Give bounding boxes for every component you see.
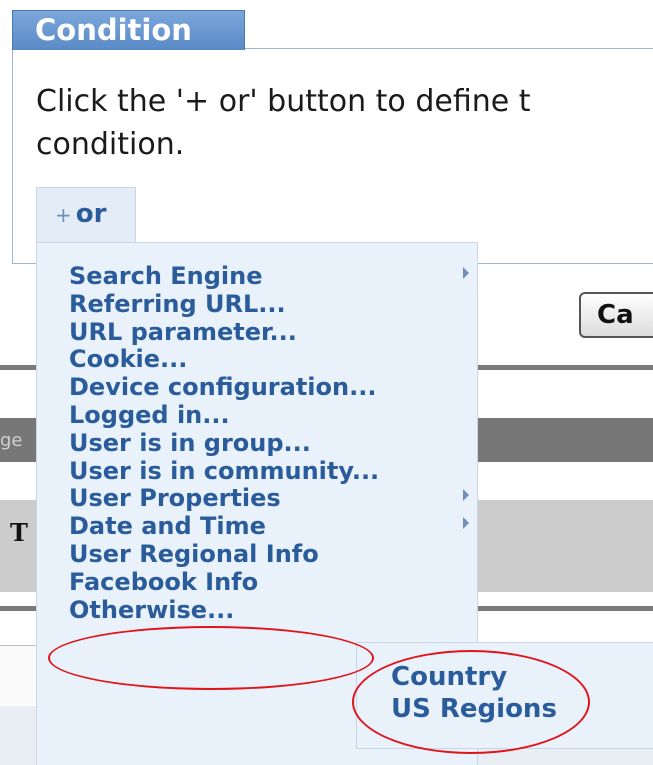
menu-item-label: Device configuration... xyxy=(69,373,377,402)
menu-item-label: User is in community... xyxy=(69,456,380,485)
toolbar-bar-text: ge xyxy=(0,430,23,451)
menu-item-label: User is in group... xyxy=(69,428,311,457)
menu-item-device-configuration[interactable]: Device configuration... xyxy=(37,374,477,402)
cancel-button[interactable]: Ca xyxy=(579,292,653,338)
add-or-button[interactable]: + or xyxy=(36,187,136,242)
menu-item-cookie[interactable]: Cookie... xyxy=(37,346,477,374)
menu-item-date-and-time[interactable]: Date and Time xyxy=(37,513,477,541)
submenu-arrow-icon xyxy=(463,267,469,279)
or-button-label: or xyxy=(75,199,107,229)
condition-instruction: Click the '+ or' button to define t cond… xyxy=(36,84,531,162)
submenu-arrow-icon xyxy=(463,517,469,530)
submenu-item-country[interactable]: Country xyxy=(357,661,653,693)
plus-icon: + xyxy=(55,203,72,227)
menu-item-label: Otherwise... xyxy=(69,595,235,624)
menu-item-referring-url[interactable]: Referring URL... xyxy=(37,289,477,319)
submenu-arrow-icon xyxy=(463,489,469,502)
menu-item-user-properties[interactable]: User Properties xyxy=(37,485,477,513)
table-header-text: T xyxy=(10,518,28,547)
menu-item-search-engine[interactable]: Search Engine xyxy=(37,263,477,291)
menu-item-label: Referring URL... xyxy=(69,289,286,318)
menu-item-label: Date and Time xyxy=(69,512,266,541)
menu-item-user-in-community[interactable]: User is in community... xyxy=(37,456,477,486)
menu-item-label: Facebook Info xyxy=(69,567,259,596)
condition-title: Condition xyxy=(12,10,245,50)
menu-item-user-regional-info[interactable]: User Regional Info xyxy=(37,539,477,569)
menu-item-otherwise[interactable]: Otherwise... xyxy=(37,595,477,625)
menu-item-label: User Regional Info xyxy=(69,539,319,568)
menu-item-label: User Properties xyxy=(69,484,281,513)
menu-item-facebook-info[interactable]: Facebook Info xyxy=(37,567,477,597)
regional-info-submenu: Country US Regions xyxy=(356,642,653,749)
menu-item-label: URL parameter... xyxy=(69,317,297,346)
menu-item-url-parameter[interactable]: URL parameter... xyxy=(37,317,477,347)
menu-item-label: Cookie... xyxy=(69,345,188,374)
menu-item-user-in-group[interactable]: User is in group... xyxy=(37,428,477,458)
menu-item-logged-in[interactable]: Logged in... xyxy=(37,400,477,430)
menu-item-label: Search Engine xyxy=(69,262,263,290)
submenu-item-us-regions[interactable]: US Regions xyxy=(357,693,653,725)
menu-item-label: Logged in... xyxy=(69,400,230,429)
